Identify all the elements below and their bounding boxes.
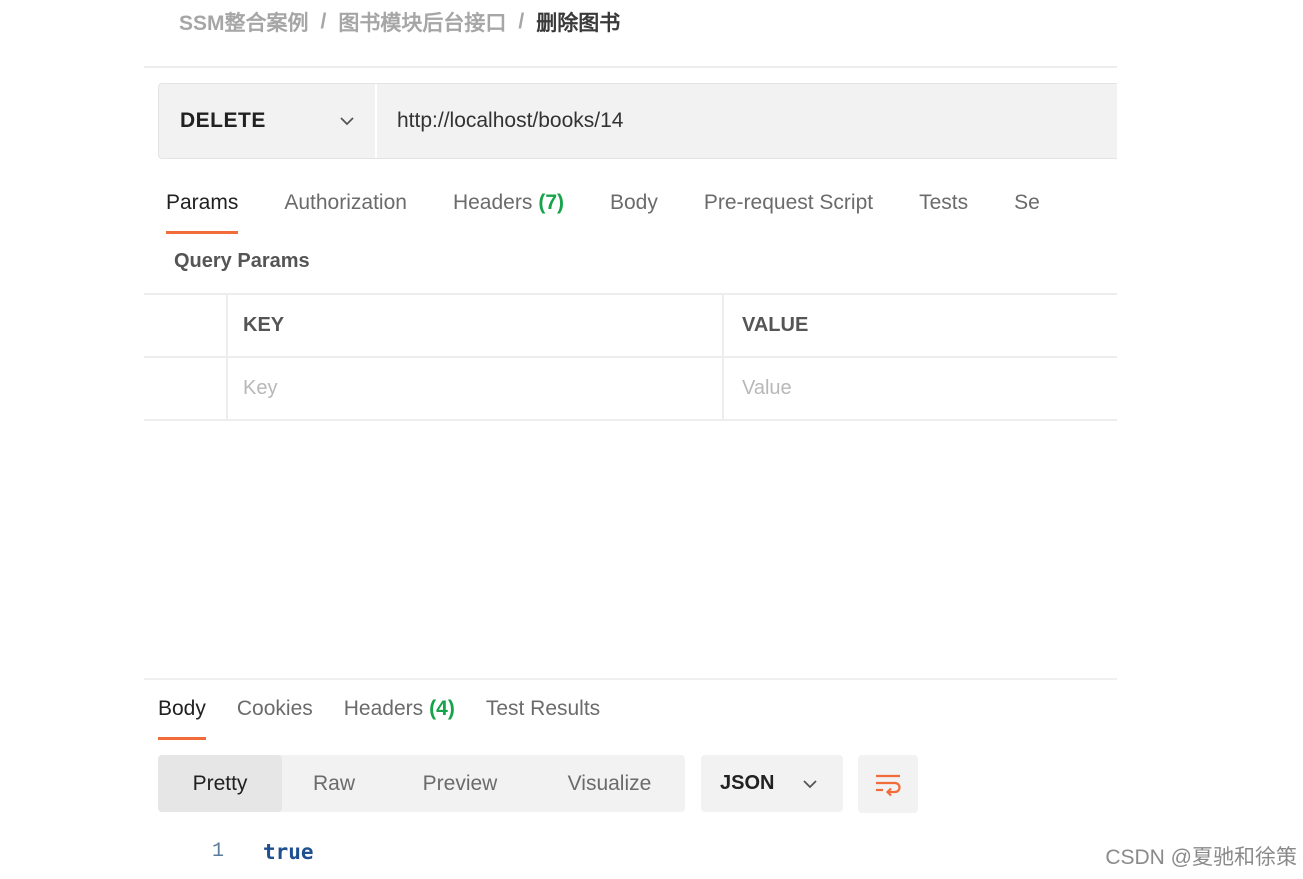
url-input[interactable]: [377, 84, 1117, 158]
column-header-value: VALUE: [726, 295, 1117, 356]
headers-count-badge: (7): [538, 191, 564, 214]
method-select[interactable]: DELETE: [159, 84, 375, 158]
breadcrumb-separator: /: [320, 10, 327, 33]
left-margin: [0, 0, 144, 879]
tab-label: Se: [1014, 191, 1040, 214]
response-tabs: Body Cookies Headers (4) Test Results: [158, 688, 631, 740]
tab-body[interactable]: Body: [610, 182, 658, 234]
format-select[interactable]: JSON: [701, 755, 843, 812]
preview-button[interactable]: Preview: [386, 755, 534, 812]
format-label: JSON: [720, 772, 775, 794]
wrap-lines-icon: [876, 774, 901, 797]
tab-test-results[interactable]: Test Results: [486, 688, 600, 740]
response-headers-count-badge: (4): [429, 697, 455, 720]
wrap-lines-button[interactable]: [858, 755, 918, 813]
query-params-table: KEY VALUE Key Value: [144, 293, 1117, 421]
column-header-key: KEY: [228, 295, 724, 356]
table-check-column: [144, 295, 228, 356]
json-value: true: [263, 840, 314, 864]
watermark: CSDN @夏驰和徐策: [1105, 846, 1297, 869]
breadcrumb-separator: /: [518, 10, 525, 33]
param-key-input[interactable]: Key: [228, 358, 724, 419]
visualize-button[interactable]: Visualize: [534, 755, 685, 812]
response-divider: [144, 678, 1117, 680]
breadcrumb-item-collection[interactable]: SSM整合案例: [179, 7, 309, 37]
view-mode-switch: Pretty Raw Preview Visualize: [158, 755, 685, 812]
tab-label: Authorization: [284, 191, 407, 214]
tab-settings[interactable]: Se: [1014, 182, 1040, 234]
request-tabs: Params Authorization Headers (7) Body Pre…: [166, 182, 1086, 234]
tab-tests[interactable]: Tests: [919, 182, 968, 234]
tab-cookies[interactable]: Cookies: [237, 688, 313, 740]
tab-params[interactable]: Params: [166, 182, 239, 234]
tab-pre-request-script[interactable]: Pre-request Script: [704, 182, 873, 234]
tab-response-headers[interactable]: Headers (4): [344, 688, 455, 740]
line-number: 1: [212, 840, 225, 863]
query-params-title: Query Params: [174, 250, 310, 272]
request-panel: SSM整合案例 / 图书模块后台接口 / 删除图书 DELETE Params …: [144, 0, 1117, 879]
breadcrumb-current[interactable]: 删除图书: [536, 7, 620, 37]
column-header-label: KEY: [243, 314, 285, 336]
row-check-cell: [144, 358, 228, 419]
request-bar: DELETE: [158, 83, 1117, 159]
tab-authorization[interactable]: Authorization: [284, 182, 407, 234]
raw-button[interactable]: Raw: [282, 755, 386, 812]
tab-label: Headers: [452, 191, 533, 214]
value-placeholder: Value: [742, 377, 792, 399]
tab-response-body[interactable]: Body: [158, 688, 206, 740]
tab-label: Test Results: [485, 697, 601, 720]
breadcrumb: SSM整合案例 / 图书模块后台接口 / 删除图书: [179, 6, 620, 38]
tab-label: Pre-request Script: [703, 191, 874, 214]
header-divider: [144, 66, 1117, 68]
tab-label: Params: [166, 191, 239, 214]
pretty-button[interactable]: Pretty: [158, 755, 282, 812]
tab-label: Body: [610, 191, 658, 214]
tab-label: Cookies: [236, 697, 313, 720]
code-line: 1 true: [144, 832, 1117, 872]
tab-label: Tests: [919, 191, 969, 214]
chevron-down-icon: [803, 780, 817, 789]
chevron-down-icon: [340, 117, 354, 126]
tab-label: Headers: [343, 697, 424, 720]
breadcrumb-item-folder[interactable]: 图书模块后台接口: [338, 7, 506, 37]
tab-headers[interactable]: Headers (7): [453, 182, 564, 234]
tab-label: Body: [158, 697, 206, 720]
table-row: Key Value: [144, 356, 1117, 421]
table-header-row: KEY VALUE: [144, 293, 1117, 356]
param-value-input[interactable]: Value: [726, 358, 1117, 419]
key-placeholder: Key: [243, 377, 278, 399]
method-label: DELETE: [180, 109, 266, 132]
column-header-label: VALUE: [742, 314, 809, 336]
